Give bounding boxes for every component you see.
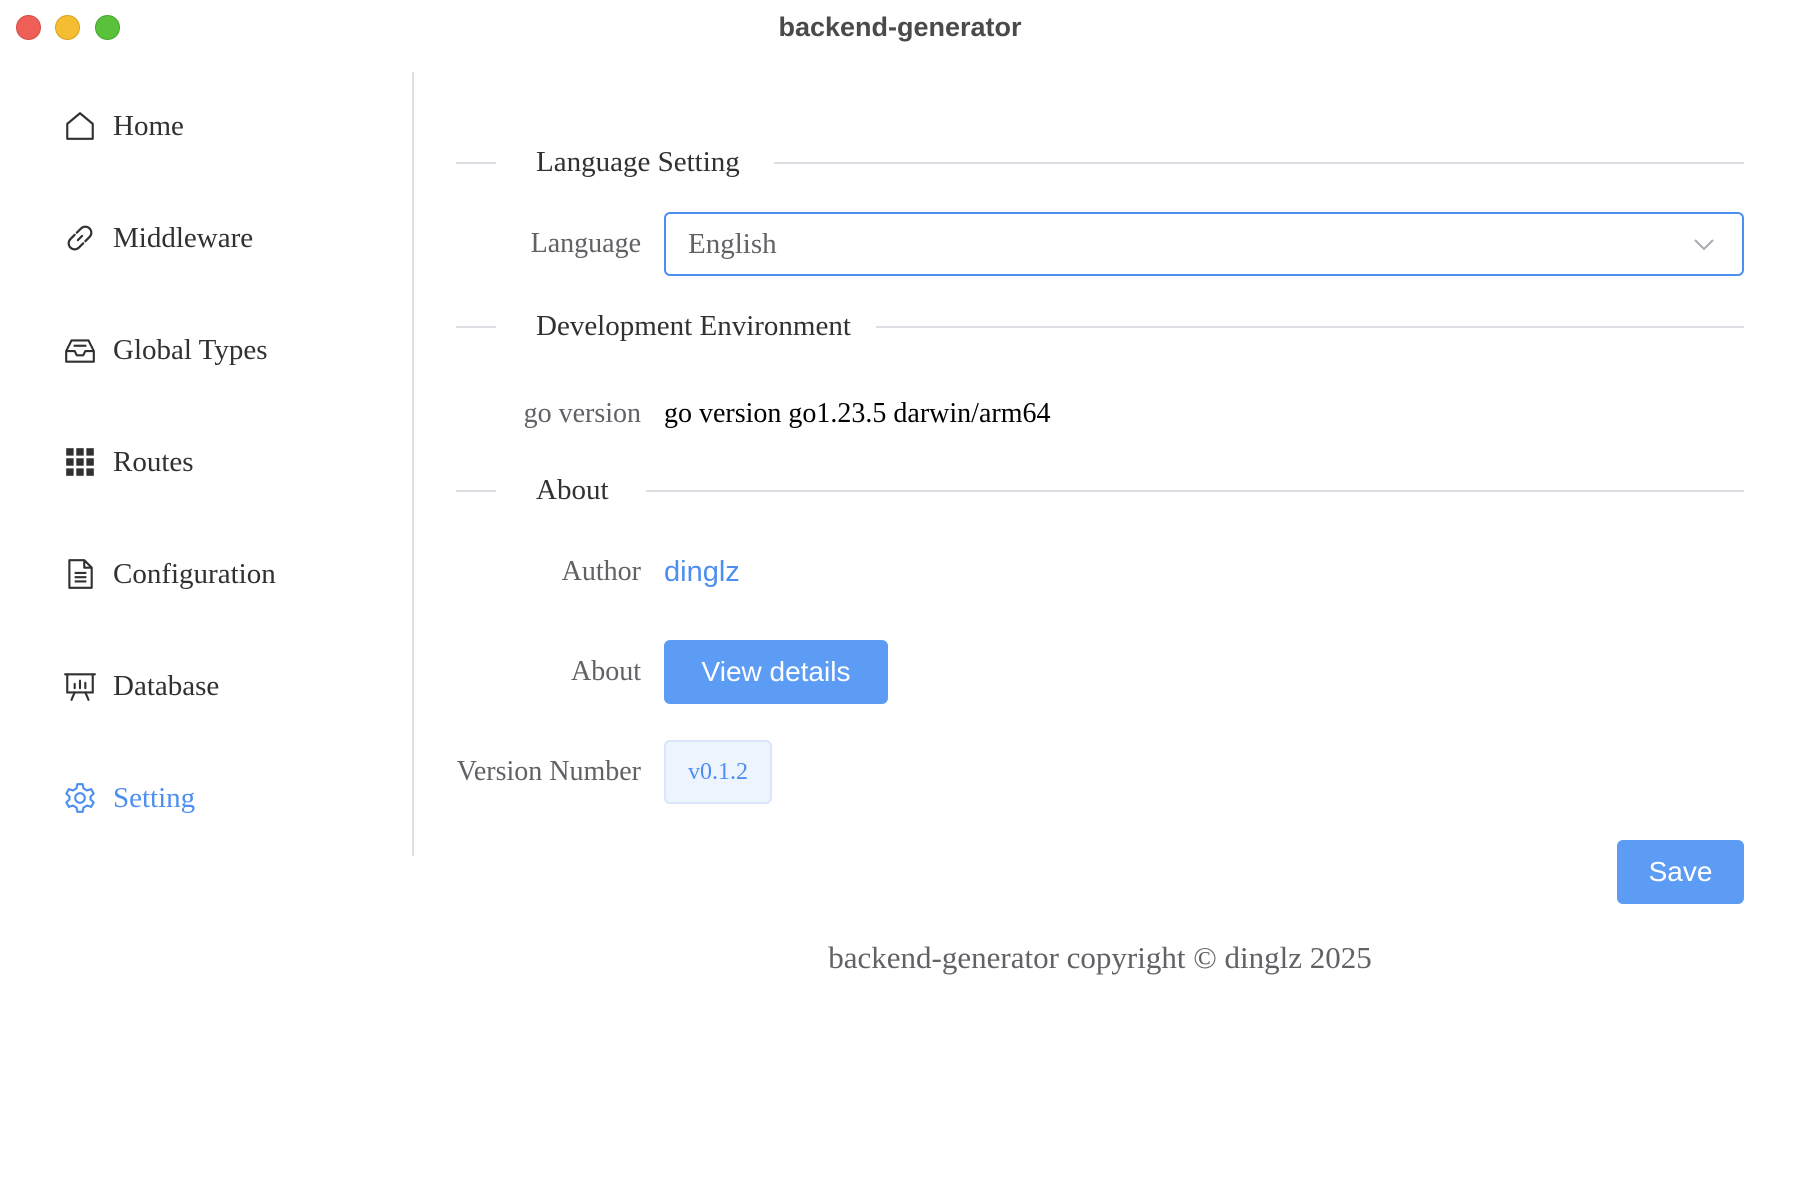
sidebar-item-middleware[interactable]: Middleware	[62, 210, 402, 266]
sidebar: Home Middleware Global Types Routes Conf	[0, 72, 414, 856]
version-content: v0.1.2	[664, 740, 772, 804]
go-version-value: go version go1.23.5 darwin/arm64	[664, 398, 1051, 429]
go-version-row: go version go version go1.23.5 darwin/ar…	[456, 386, 1744, 442]
divider-line	[646, 490, 1744, 492]
version-row: Version Number v0.1.2	[456, 740, 1744, 804]
version-tag: v0.1.2	[664, 740, 772, 804]
window-title: backend-generator	[778, 12, 1022, 42]
divider-line	[456, 490, 496, 492]
language-label: Language	[530, 228, 641, 259]
sidebar-item-label: Setting	[113, 781, 196, 814]
title-bar: backend-generator	[0, 0, 1800, 56]
section-divider-environment: Development Environment	[456, 306, 1744, 346]
about-label: About	[571, 656, 641, 687]
section-title-language: Language Setting	[536, 142, 740, 182]
app-window: backend-generator Home Middleware Global…	[0, 0, 1800, 1200]
divider-line	[456, 326, 496, 328]
sidebar-item-global-types[interactable]: Global Types	[62, 322, 402, 378]
sidebar-item-routes[interactable]: Routes	[62, 434, 402, 490]
grid-icon	[62, 444, 98, 480]
section-title-about: About	[536, 470, 609, 510]
section-divider-language: Language Setting	[456, 142, 1744, 182]
sidebar-item-label: Database	[113, 669, 220, 702]
footer-copyright: backend-generator copyright © dinglz 202…	[828, 940, 1372, 975]
gear-icon	[62, 780, 98, 816]
section-title-environment: Development Environment	[536, 306, 851, 346]
author-link[interactable]: dinglz	[664, 556, 740, 589]
link-icon	[62, 220, 98, 256]
inbox-icon	[62, 332, 98, 368]
sidebar-item-database[interactable]: Database	[62, 658, 402, 714]
about-content: View details	[664, 640, 888, 704]
sidebar-item-label: Global Types	[113, 333, 268, 366]
go-version-content: go version go1.23.5 darwin/arm64	[664, 398, 1051, 430]
sidebar-item-label: Configuration	[113, 557, 276, 590]
sidebar-item-configuration[interactable]: Configuration	[62, 546, 402, 602]
about-row: About View details	[456, 640, 1744, 704]
chevron-down-icon	[1694, 239, 1714, 251]
divider-line	[876, 326, 1744, 328]
language-row: Language English	[456, 212, 1744, 276]
author-content: dinglz	[664, 556, 740, 589]
sidebar-item-label: Routes	[113, 445, 194, 478]
go-version-label: go version	[523, 398, 641, 429]
home-icon	[62, 108, 98, 144]
divider-line	[774, 162, 1744, 164]
sidebar-item-home[interactable]: Home	[62, 98, 402, 154]
author-label: Author	[561, 556, 641, 587]
section-divider-about: About	[456, 470, 1744, 510]
presentation-icon	[62, 668, 98, 704]
document-icon	[62, 556, 98, 592]
author-row: Author dinglz	[456, 544, 1744, 600]
language-selected-value: English	[688, 227, 777, 260]
version-label: Version Number	[456, 756, 641, 787]
language-select[interactable]: English	[664, 212, 1744, 276]
view-details-button[interactable]: View details	[664, 640, 888, 704]
sidebar-item-label: Home	[113, 109, 184, 142]
sidebar-item-label: Middleware	[113, 221, 254, 254]
sidebar-item-setting[interactable]: Setting	[62, 770, 402, 826]
save-button[interactable]: Save	[1617, 840, 1744, 904]
divider-line	[456, 162, 496, 164]
